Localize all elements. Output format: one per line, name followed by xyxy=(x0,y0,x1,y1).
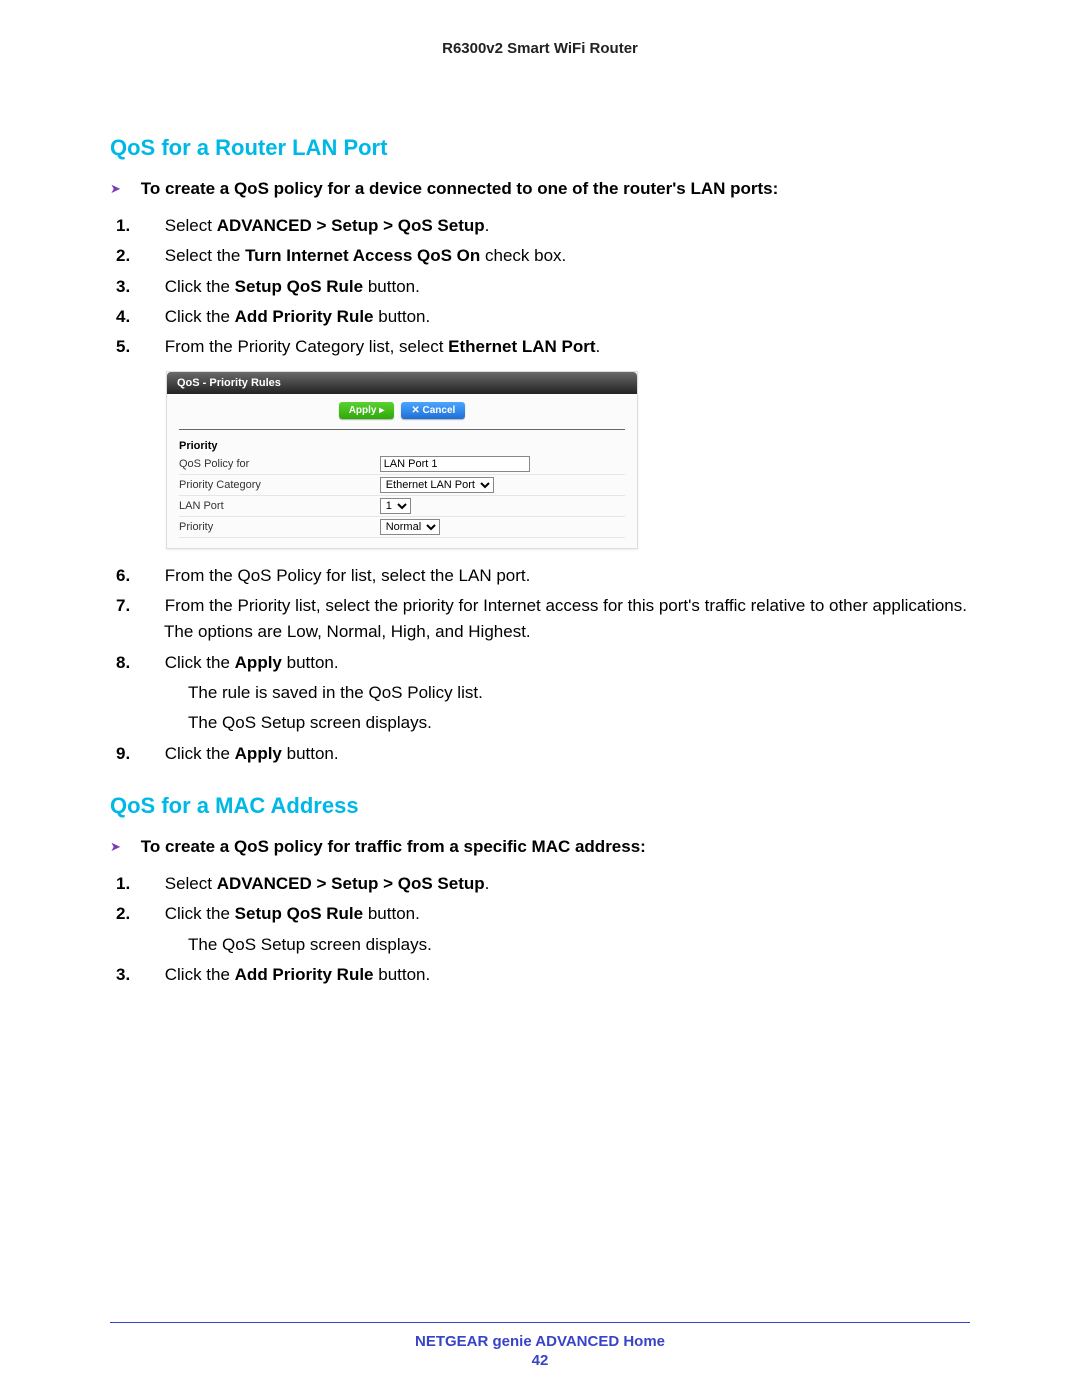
step-post: . xyxy=(596,337,601,356)
page-footer: NETGEAR genie ADVANCED Home 42 xyxy=(110,1322,970,1369)
step-bold: Turn Internet Access QoS On xyxy=(245,246,480,265)
doc-header: R6300v2 Smart WiFi Router xyxy=(110,40,970,57)
qos-priority-rules-panel: QoS - Priority Rules Apply ▸ ✕ Cancel Pr… xyxy=(166,371,638,549)
footer-title: NETGEAR genie ADVANCED Home xyxy=(110,1333,970,1350)
step-text: From the Priority list, select the prior… xyxy=(164,596,967,641)
step-5: 5. From the Priority Category list, sele… xyxy=(140,334,970,360)
step-text: Select xyxy=(165,874,217,893)
step-post: button. xyxy=(374,965,431,984)
priority-form: QoS Policy for Priority Category Etherne… xyxy=(179,454,625,538)
step-post: button. xyxy=(282,653,339,672)
arrow-icon: ➤ xyxy=(110,839,136,855)
steps-lan-port-cont: 6. From the QoS Policy for list, select … xyxy=(140,563,970,767)
section-heading-lan-port: QoS for a Router LAN Port xyxy=(110,135,970,161)
panel-toolbar: Apply ▸ ✕ Cancel xyxy=(179,394,625,430)
section-heading-mac: QoS for a MAC Address xyxy=(110,793,970,819)
steps-lan-port: 1. Select ADVANCED > Setup > QoS Setup. … xyxy=(140,213,970,361)
cancel-button[interactable]: ✕ Cancel xyxy=(401,402,465,419)
priority-select[interactable]: Normal xyxy=(380,519,440,535)
intro-text: To create a QoS policy for a device conn… xyxy=(141,179,779,198)
step-post: button. xyxy=(363,277,420,296)
panel-title: QoS - Priority Rules xyxy=(167,372,637,394)
step-2-sub: The QoS Setup screen displays. xyxy=(164,932,970,958)
step-2: 2. Click the Setup QoS Rule button. The … xyxy=(140,901,970,958)
row-label-policy: QoS Policy for xyxy=(179,454,380,475)
step-text: From the QoS Policy for list, select the… xyxy=(165,566,531,585)
intro-text: To create a QoS policy for traffic from … xyxy=(141,837,646,856)
priority-category-select[interactable]: Ethernet LAN Port xyxy=(380,477,494,493)
step-3: 3. Click the Setup QoS Rule button. xyxy=(140,274,970,300)
intro-lan-port: ➤ To create a QoS policy for a device co… xyxy=(110,179,970,199)
row-label-lanport: LAN Port xyxy=(179,495,380,516)
step-9: 9. Click the Apply button. xyxy=(140,741,970,767)
footer-rule xyxy=(110,1322,970,1323)
row-label-priority: Priority xyxy=(179,516,380,537)
step-4: 4. Click the Add Priority Rule button. xyxy=(140,304,970,330)
intro-mac: ➤ To create a QoS policy for traffic fro… xyxy=(110,837,970,857)
qos-policy-for-input[interactable] xyxy=(380,456,530,472)
step-8-sub2: The QoS Setup screen displays. xyxy=(164,710,970,736)
step-text: Click the xyxy=(165,277,235,296)
lan-port-select[interactable]: 1 xyxy=(380,498,411,514)
step-text: Click the xyxy=(165,653,235,672)
step-bold: Apply xyxy=(235,653,282,672)
step-post: button. xyxy=(374,307,431,326)
step-bold: ADVANCED > Setup > QoS Setup xyxy=(217,216,485,235)
step-post: . xyxy=(485,874,490,893)
row-label-category: Priority Category xyxy=(179,474,380,495)
step-bold: Setup QoS Rule xyxy=(235,904,363,923)
step-bold: Ethernet LAN Port xyxy=(448,337,595,356)
step-post: check box. xyxy=(480,246,566,265)
apply-button[interactable]: Apply ▸ xyxy=(339,402,395,419)
step-text: Click the xyxy=(165,965,235,984)
step-1: 1. Select ADVANCED > Setup > QoS Setup. xyxy=(140,871,970,897)
step-text: Select xyxy=(165,216,217,235)
step-post: button. xyxy=(282,744,339,763)
step-bold: Add Priority Rule xyxy=(235,307,374,326)
step-text: Click the xyxy=(165,744,235,763)
step-3: 3. Click the Add Priority Rule button. xyxy=(140,962,970,988)
step-8-sub1: The rule is saved in the QoS Policy list… xyxy=(164,680,970,706)
step-bold: ADVANCED > Setup > QoS Setup xyxy=(217,874,485,893)
step-2: 2. Select the Turn Internet Access QoS O… xyxy=(140,243,970,269)
step-bold: Setup QoS Rule xyxy=(235,277,363,296)
step-bold: Apply xyxy=(235,744,282,763)
steps-mac: 1. Select ADVANCED > Setup > QoS Setup. … xyxy=(140,871,970,988)
step-8: 8. Click the Apply button. The rule is s… xyxy=(140,650,970,737)
step-6: 6. From the QoS Policy for list, select … xyxy=(140,563,970,589)
step-text: Click the xyxy=(165,904,235,923)
step-post: button. xyxy=(363,904,420,923)
step-bold: Add Priority Rule xyxy=(235,965,374,984)
step-text: From the Priority Category list, select xyxy=(165,337,448,356)
step-1: 1. Select ADVANCED > Setup > QoS Setup. xyxy=(140,213,970,239)
step-post: . xyxy=(485,216,490,235)
step-text: Select the xyxy=(165,246,245,265)
step-text: Click the xyxy=(165,307,235,326)
priority-heading: Priority xyxy=(179,434,625,454)
step-7: 7. From the Priority list, select the pr… xyxy=(140,593,970,646)
arrow-icon: ➤ xyxy=(110,181,136,197)
footer-page-number: 42 xyxy=(110,1352,970,1369)
